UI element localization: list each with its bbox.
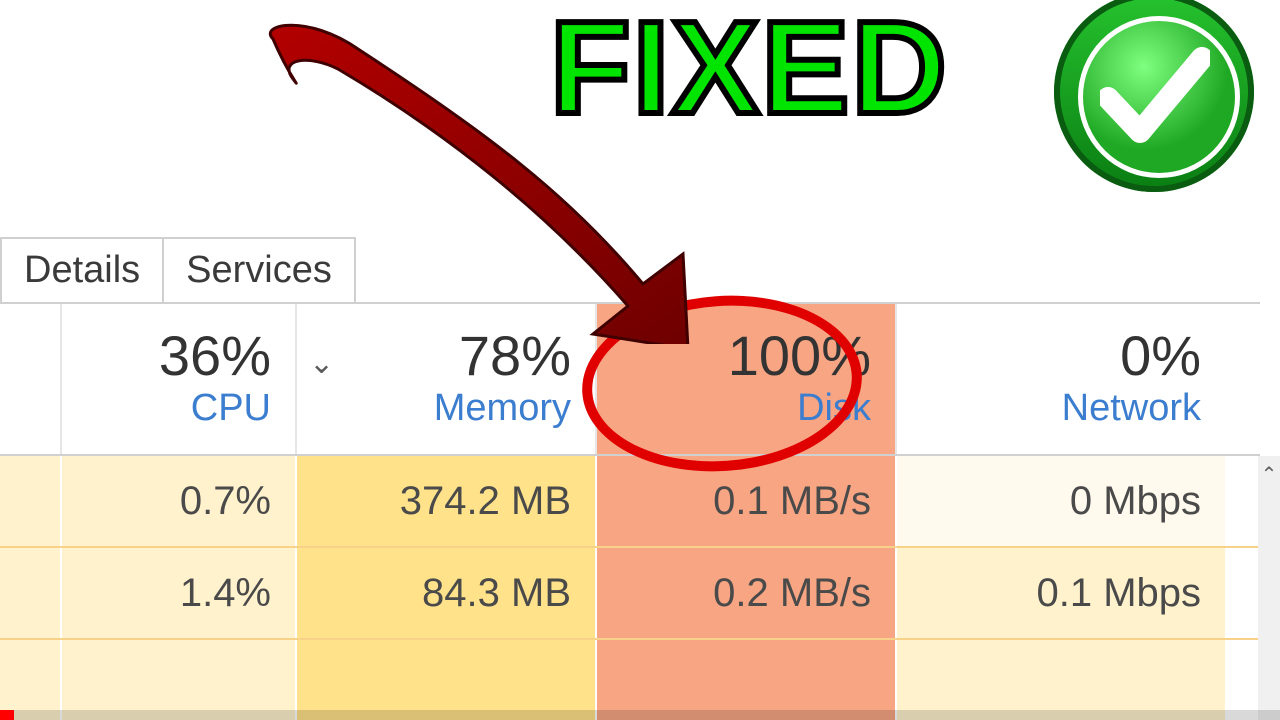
table-row[interactable]: 1.4% 84.3 MB 0.2 MB/s 0.1 Mbps [0,548,1258,640]
tab-details[interactable]: Details [0,237,164,302]
checkmark-badge-icon [1054,0,1254,192]
cell-disk: 0.2 MB/s [595,548,895,638]
cell-cpu: 1.4% [60,548,295,638]
col-spacer [0,304,60,454]
network-label: Network [1062,388,1201,430]
cell-network: 0.1 Mbps [895,548,1225,638]
chevron-up-icon: ⌃ [1261,462,1278,487]
cell-disk [595,640,895,720]
table-row[interactable]: 0.7% 374.2 MB 0.1 MB/s 0 Mbps [0,456,1258,548]
memory-percent: 78% [459,328,571,384]
cpu-label: CPU [191,388,271,430]
cell-cpu: 0.7% [60,456,295,546]
cell-memory [295,640,595,720]
cell-network [895,640,1225,720]
network-percent: 0% [1120,328,1201,384]
cell-memory: 374.2 MB [295,456,595,546]
cell-cpu [60,640,295,720]
tab-services[interactable]: Services [162,237,356,302]
col-header-memory[interactable]: ⌄ 78% Memory [295,304,595,454]
cell-spacer [0,548,60,638]
cell-network: 0 Mbps [895,456,1225,546]
col-header-network[interactable]: 0% Network [895,304,1225,454]
process-rows: 0.7% 374.2 MB 0.1 MB/s 0 Mbps 1.4% 84.3 … [0,456,1258,720]
table-row[interactable] [0,640,1258,720]
scrollbar-up[interactable]: ⌃ [1258,456,1280,546]
video-progress-fill [0,710,14,720]
cell-spacer [0,456,60,546]
chevron-down-icon: ⌄ [309,346,334,381]
scrollbar-track[interactable] [1258,546,1280,720]
cpu-percent: 36% [159,328,271,384]
cell-memory: 84.3 MB [295,548,595,638]
cell-spacer [0,640,60,720]
video-progress-track[interactable] [0,710,1280,720]
tab-strip: Details Services [0,237,354,302]
cell-disk: 0.1 MB/s [595,456,895,546]
col-header-cpu[interactable]: 36% CPU [60,304,295,454]
memory-label: Memory [434,388,571,430]
annotation-fixed-text: FIXED [550,0,949,143]
